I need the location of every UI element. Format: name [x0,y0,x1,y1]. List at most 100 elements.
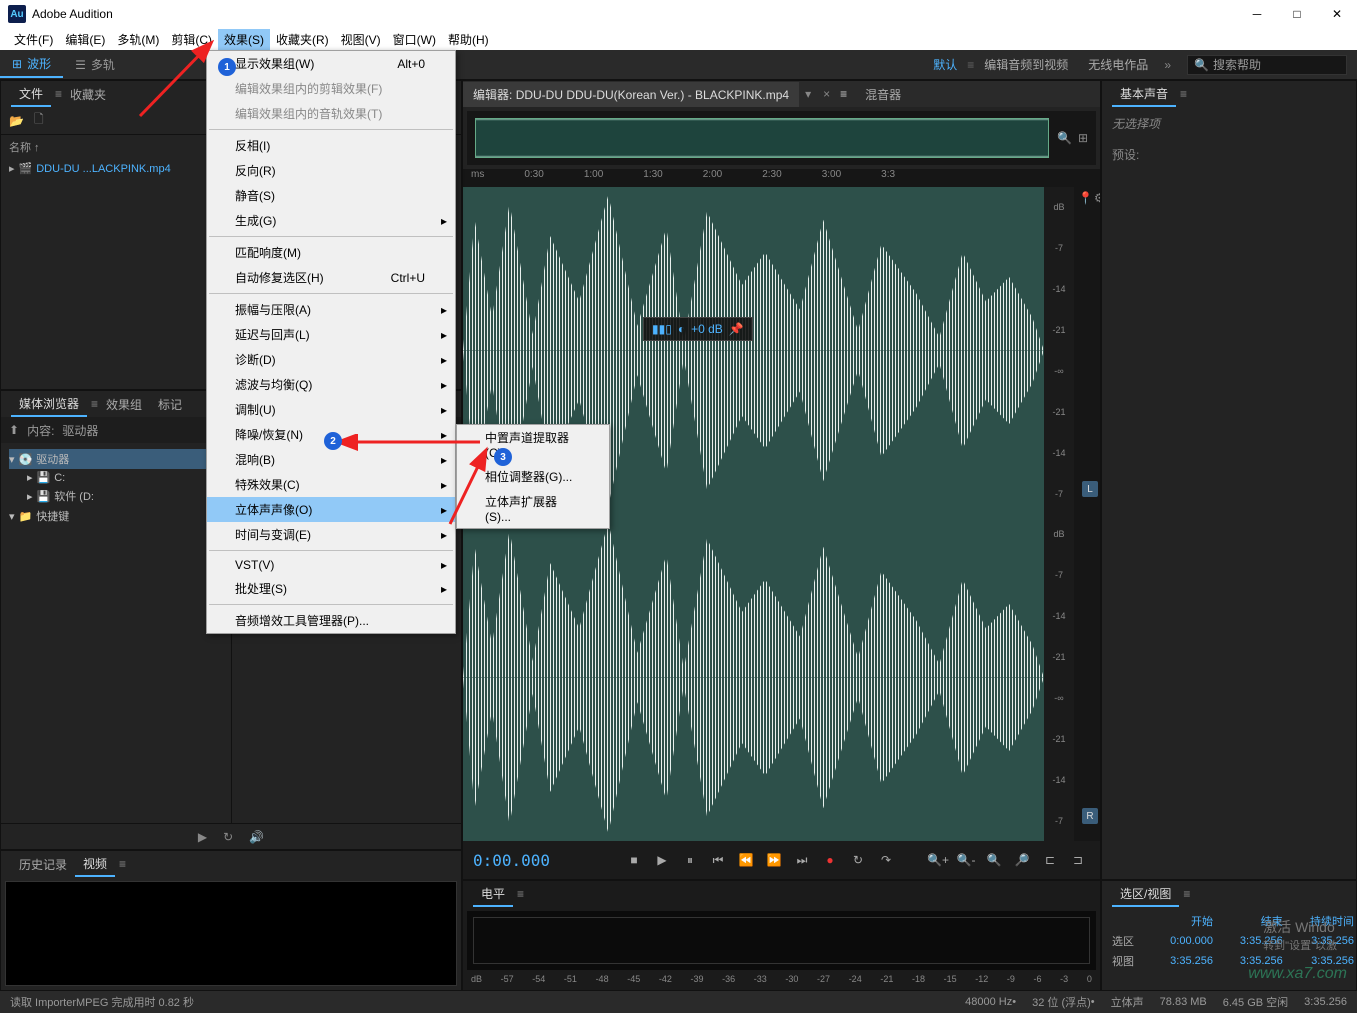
panel-tab-files[interactable]: 文件 [11,82,51,107]
panel-tab-selection-view[interactable]: 选区/视图 [1112,882,1179,907]
open-file-icon[interactable]: 📂 [9,114,24,128]
workspace-edit-video[interactable]: 编辑音频到视频 [974,52,1078,77]
zoom-full-icon[interactable]: 🔍 [982,849,1006,871]
volume-icon[interactable]: 🔊 [249,830,264,844]
view-tab-multitrack[interactable]: ☰ 多轨 [63,52,127,77]
dropdown-icon[interactable]: ▾ [799,87,817,101]
panel-tab-fxrack[interactable]: 效果组 [98,393,150,416]
search-help-input[interactable]: 🔍 搜索帮助 [1187,55,1347,75]
tool-icon[interactable]: ⚙ [1094,191,1101,205]
tree-drives[interactable]: ▾💽驱动器 [9,449,223,469]
video-preview [5,881,457,986]
zoom-icon[interactable]: 🔍 [1057,131,1072,145]
forward-button[interactable]: ⏩ [762,849,786,871]
panel-tab-markers[interactable]: 标记 [150,393,190,416]
go-start-button[interactable]: ⏮ [706,849,730,871]
pin-icon[interactable]: 📌 [729,322,744,336]
zoom-in-sel-icon[interactable]: ⊏ [1038,849,1062,871]
status-bar: 读取 ImporterMPEG 完成用时 0.82 秒 48000 Hz • 3… [0,991,1357,1013]
play-button[interactable]: ▶ [650,849,674,871]
hamburger-icon[interactable]: ≡ [91,397,98,411]
workspace-default[interactable]: 默认 [923,52,967,77]
hamburger-icon[interactable]: ≡ [836,87,851,101]
minimize-button[interactable]: － [1237,0,1277,28]
pin-icon[interactable]: 📍 [1078,191,1093,205]
play-icon[interactable]: ▶ [198,830,207,844]
mi-diagnostic[interactable]: 诊断(D)▸ [207,347,455,372]
timecode[interactable]: 0:00.000 [473,851,550,870]
panel-tab-history[interactable]: 历史记录 [11,853,75,876]
view-icon[interactable]: ⊞ [1078,131,1088,145]
menu-edit[interactable]: 编辑(E) [59,29,111,50]
hamburger-icon[interactable]: ≡ [55,87,62,101]
mi-silence[interactable]: 静音(S) [207,183,455,208]
panel-tab-media[interactable]: 媒体浏览器 [11,392,87,417]
mi-delay[interactable]: 延迟与回声(L)▸ [207,322,455,347]
loop-button[interactable]: ↻ [846,849,870,871]
new-file-icon[interactable]: 🗋 [34,110,44,131]
skip-button[interactable]: ↷ [874,849,898,871]
stop-button[interactable]: ■ [622,849,646,871]
overview-waveform[interactable] [475,118,1049,158]
tree-c[interactable]: ▸💾C: [9,469,223,486]
editor-file-tab[interactable]: 编辑器: DDU-DU DDU-DU(Korean Ver.) - BLACKP… [463,82,799,107]
zoom-out-sel-icon[interactable]: ⊐ [1066,849,1090,871]
menu-view[interactable]: 视图(V) [335,29,387,50]
hamburger-icon[interactable]: ≡ [517,887,524,901]
mi-show-rack[interactable]: 显示效果组(W)Alt+0 [207,51,455,76]
mi-vst[interactable]: VST(V)▸ [207,554,455,576]
record-button[interactable]: ● [818,849,842,871]
hamburger-icon[interactable]: ≡ [119,857,126,871]
mi-invert[interactable]: 反相(I) [207,133,455,158]
pause-button[interactable]: ⏸ [678,849,702,871]
mi-reverse[interactable]: 反向(R) [207,158,455,183]
tree-soft[interactable]: ▸💾软件 (D: [9,486,223,506]
timeline-ruler[interactable]: ms 0:30 1:00 1:30 2:00 2:30 3:00 3:3 [463,169,1100,187]
menu-file[interactable]: 文件(F) [8,29,59,50]
mi-modulation[interactable]: 调制(U)▸ [207,397,455,422]
zoom-sel-icon[interactable]: 🔎 [1010,849,1034,871]
menu-favorites[interactable]: 收藏夹(R) [270,29,335,50]
view-tab-waveform[interactable]: ⊞ 波形 [0,51,63,78]
level-scale: dB-57-54-51-48-45-42-39-36-33-30-27-24-2… [463,974,1100,990]
sel-start[interactable]: 0:00.000 [1149,931,1219,951]
mi-generate[interactable]: 生成(G)▸ [207,208,455,233]
up-icon[interactable]: ⬆ [9,423,19,437]
zoom-out-icon[interactable]: 🔍- [954,849,978,871]
mixer-tab[interactable]: 混音器 [851,82,915,107]
panel-tab-level[interactable]: 电平 [473,882,513,907]
panel-tab-video[interactable]: 视频 [75,852,115,877]
mi-match-loudness[interactable]: 匹配响度(M) [207,240,455,265]
menu-window[interactable]: 窗口(W) [387,29,442,50]
maximize-button[interactable]: □ [1277,0,1317,28]
mi-batch[interactable]: 批处理(S)▸ [207,576,455,601]
mi-amplitude[interactable]: 振幅与压限(A)▸ [207,297,455,322]
menu-help[interactable]: 帮助(H) [442,29,495,50]
go-end-button[interactable]: ⏭ [790,849,814,871]
zoom-in-icon[interactable]: 🔍+ [926,849,950,871]
mi-plugin-manager[interactable]: 音频增效工具管理器(P)... [207,608,455,633]
waveform-right-channel[interactable] [463,514,1044,841]
workspace-radio[interactable]: 无线电作品 [1078,52,1158,77]
hamburger-icon[interactable]: ≡ [1183,887,1190,901]
autoplay-icon[interactable]: ↻ [223,830,233,844]
folder-icon: 📁 [19,510,33,523]
tl-3: 1:30 [643,169,662,187]
panel-tab-favorites[interactable]: 收藏夹 [62,83,114,106]
close-button[interactable]: ✕ [1317,0,1357,28]
tree-shortcut-label: 快捷键 [36,508,69,524]
panel-tab-essential-sound[interactable]: 基本声音 [1112,82,1176,107]
tl-4: 2:00 [703,169,722,187]
hud-gain[interactable]: ▮▮▯ ◐ +0 dB 📌 [643,317,753,341]
clock-icon: ◐ [678,322,685,336]
status-bitdepth: 32 位 (浮点) [1032,994,1091,1010]
mi-filter-eq[interactable]: 滤波与均衡(Q)▸ [207,372,455,397]
tree-root-label: 驱动器 [36,451,69,467]
row-selection: 选区 [1106,931,1149,951]
rewind-button[interactable]: ⏪ [734,849,758,871]
view-start[interactable]: 3:35.256 [1149,951,1219,971]
tl-1: 0:30 [524,169,543,187]
tree-shortcut[interactable]: ▾📁快捷键 [9,506,223,526]
hamburger-icon[interactable]: ≡ [1180,87,1187,101]
mi-auto-heal[interactable]: 自动修复选区(H)Ctrl+U [207,265,455,290]
